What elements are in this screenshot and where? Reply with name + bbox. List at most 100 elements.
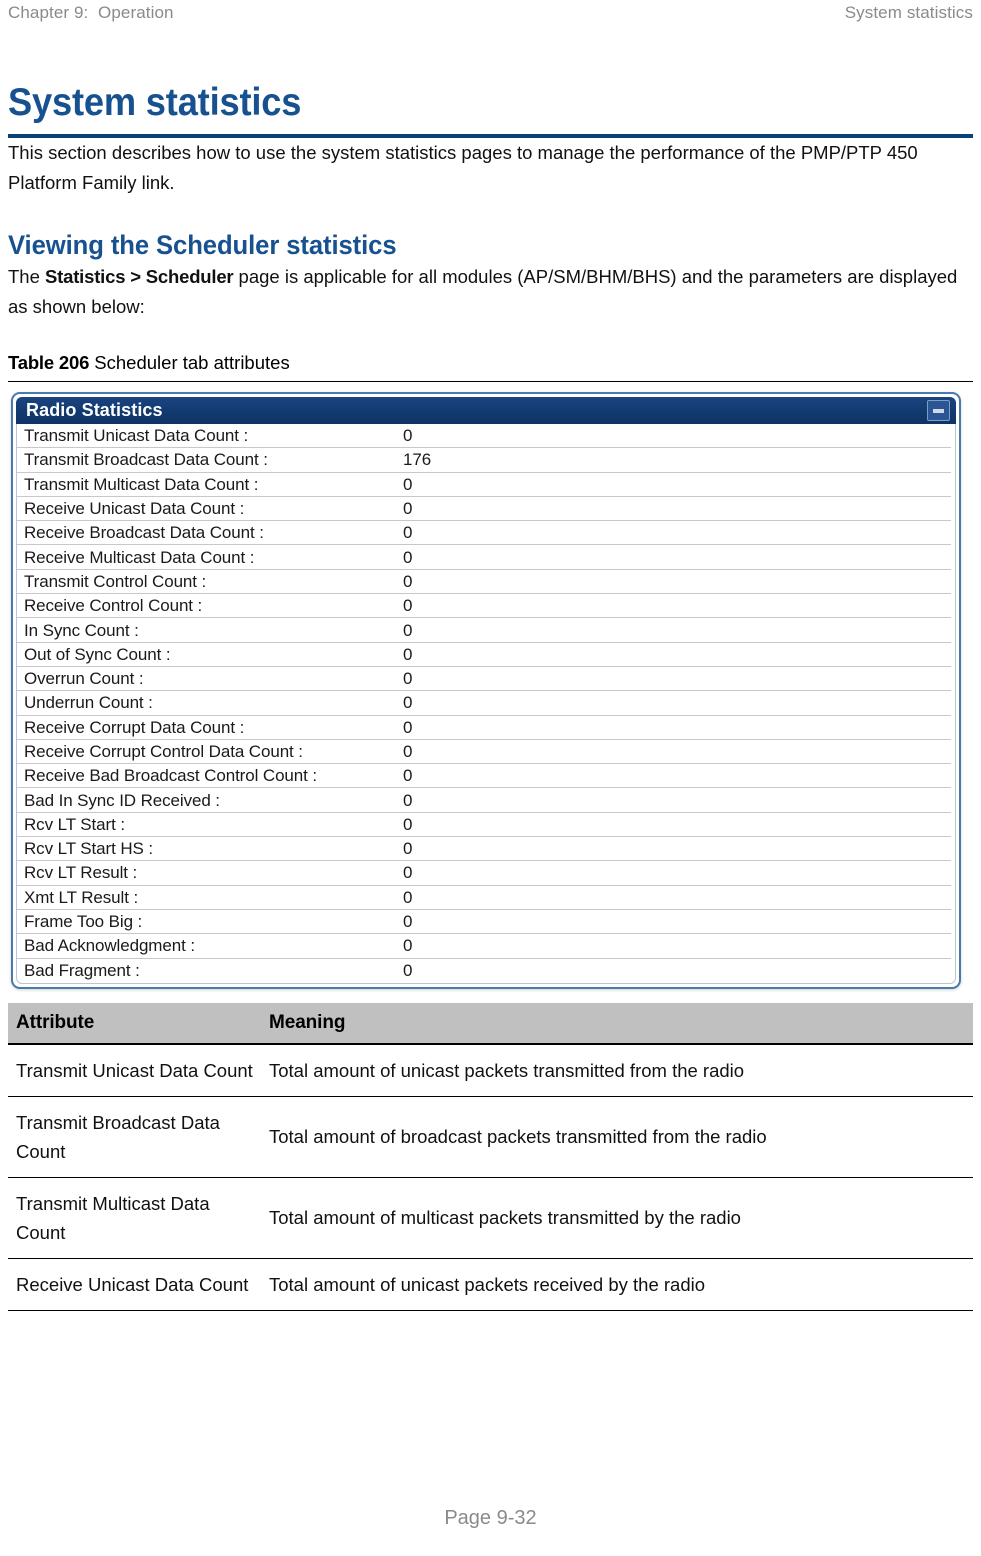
radio-statistics-row: Receive Corrupt Control Data Count : 0 (17, 740, 955, 765)
radio-statistics-row-value: 0 (403, 814, 413, 834)
radio-statistics-row: Rcv LT Result : 0 (17, 861, 955, 886)
radio-statistics-row: Xmt LT Result : 0 (17, 886, 955, 910)
radio-statistics-row: Bad In Sync ID Received : 0 (17, 788, 955, 813)
cell-meaning: Total amount of unicast packets received… (261, 1258, 973, 1311)
table-row: Transmit Multicast Data Count Total amoun… (8, 1177, 973, 1259)
radio-statistics-row-label: Rcv LT Start HS : (24, 839, 153, 859)
radio-statistics-row-value: 0 (403, 717, 413, 737)
radio-statistics-row: Receive Multicast Data Count : 0 (17, 545, 955, 570)
radio-statistics-row-value: 0 (403, 790, 413, 810)
radio-statistics-row-value: 0 (403, 936, 413, 956)
table-row: Transmit Unicast Data Count Total amount … (8, 1043, 973, 1097)
caption-divider (8, 381, 973, 382)
section-heading-viewing-scheduler-statistics: Viewing the Scheduler statistics (8, 230, 397, 260)
radio-statistics-row-label: Transmit Control Count : (24, 571, 207, 591)
table-caption-label: Table 206 (8, 352, 90, 373)
radio-statistics-row-label: Receive Unicast Data Count : (24, 499, 245, 519)
radio-statistics-row-label: Bad Acknowledgment : (24, 936, 195, 956)
radio-statistics-row: Frame Too Big : 0 (17, 910, 955, 935)
radio-statistics-row-value: 0 (403, 693, 413, 713)
radio-statistics-row: Receive Corrupt Data Count : 0 (17, 716, 955, 740)
column-header-attribute: Attribute (8, 1002, 261, 1045)
running-header-section: System statistics (844, 3, 973, 22)
radio-statistics-row: Receive Control Count : 0 (17, 594, 955, 619)
radio-statistics-row-label: Bad Fragment : (24, 960, 140, 980)
radio-statistics-row-value: 0 (403, 912, 413, 932)
radio-statistics-row-label: Rcv LT Result : (24, 863, 138, 883)
radio-statistics-row: Bad Fragment : 0 (17, 959, 955, 983)
radio-statistics-row-value: 0 (403, 887, 413, 907)
radio-statistics-row-value: 0 (403, 644, 413, 664)
cell-meaning: Total amount of broadcast packets transm… (261, 1096, 973, 1178)
radio-statistics-row-value: 0 (403, 596, 413, 616)
radio-statistics-row-label: Frame Too Big : (24, 912, 143, 932)
attributes-table-header-row: Attribute Meaning (8, 1002, 973, 1045)
radio-statistics-row-value: 0 (403, 766, 413, 786)
radio-statistics-row: Transmit Control Count : 0 (17, 570, 955, 595)
radio-statistics-row-value: 0 (403, 426, 413, 446)
radio-statistics-row-label: Transmit Multicast Data Count : (24, 474, 259, 494)
radio-statistics-row-label: Underrun Count : (24, 693, 153, 713)
radio-statistics-row-label: Receive Corrupt Control Data Count : (24, 742, 303, 761)
attributes-table-body: Transmit Unicast Data Count Total amount … (8, 1043, 973, 1311)
radio-statistics-row: Transmit Broadcast Data Count : 176 (17, 448, 955, 473)
radio-statistics-row-value: 0 (403, 742, 413, 761)
running-header-chapter: Chapter 9: Operation (8, 3, 174, 22)
column-header-meaning: Meaning (261, 1002, 973, 1045)
page-title: System statistics (8, 81, 302, 124)
radio-statistics-row: Transmit Multicast Data Count : 0 (17, 473, 955, 497)
radio-statistics-screenshot: Radio Statistics Transmit Unicast Data C… (11, 392, 961, 989)
cell-meaning: Total amount of multicast packets transm… (261, 1177, 973, 1259)
radio-statistics-row-value: 0 (403, 499, 413, 519)
page-footer: Page 9-32 (444, 1507, 537, 1529)
cell-attribute: Transmit Multicast Data Count (8, 1177, 261, 1259)
content-column: System statistics This section describes… (8, 80, 973, 1311)
radio-statistics-row-label: Out of Sync Count : (24, 644, 171, 664)
radio-statistics-row-label: Transmit Unicast Data Count : (24, 426, 249, 446)
radio-statistics-row: Receive Bad Broadcast Control Count : 0 (17, 764, 955, 789)
scheduler-attributes-table: Attribute Meaning Transmit Unicast Data … (8, 1002, 973, 1311)
scheduler-paragraph-lead: The (8, 266, 46, 287)
radio-statistics-row-label: In Sync Count : (24, 620, 139, 640)
radio-statistics-row: Receive Broadcast Data Count : 0 (17, 521, 955, 546)
table-row: Transmit Broadcast Data Count Total amoun… (8, 1096, 973, 1178)
intro-paragraph: This section describes how to use the sy… (8, 142, 918, 193)
radio-statistics-row-value: 0 (403, 839, 413, 859)
radio-statistics-row: Transmit Unicast Data Count : 0 (17, 424, 955, 449)
radio-statistics-row-value: 0 (403, 960, 413, 980)
radio-statistics-row-value: 0 (403, 620, 413, 640)
radio-statistics-row-value: 0 (403, 474, 413, 494)
radio-statistics-row-value: 0 (403, 547, 413, 567)
radio-statistics-title: Radio Statistics (26, 400, 163, 420)
radio-statistics-titlebar: Radio Statistics (16, 397, 956, 424)
cell-meaning: Total amount of unicast packets transmit… (261, 1043, 973, 1097)
radio-statistics-row: In Sync Count : 0 (17, 618, 955, 643)
radio-statistics-row-label: Receive Bad Broadcast Control Count : (24, 766, 318, 786)
radio-statistics-row-label: Xmt LT Result : (24, 887, 139, 907)
radio-statistics-row: Bad Acknowledgment : 0 (17, 934, 955, 959)
radio-statistics-row-label: Receive Broadcast Data Count : (24, 523, 264, 543)
minimize-icon[interactable] (927, 400, 950, 421)
radio-statistics-row-value: 176 (403, 450, 432, 470)
scheduler-path-emphasis: Statistics > Scheduler (45, 266, 234, 287)
cell-attribute: Transmit Unicast Data Count (8, 1043, 261, 1097)
table-caption-text: Scheduler tab attributes (89, 352, 290, 373)
radio-statistics-row: Overrun Count : 0 (17, 667, 955, 692)
table-row: Receive Unicast Data Count Total amount o… (8, 1258, 973, 1311)
radio-statistics-row-value: 0 (403, 571, 413, 591)
table-caption: Table 206 Scheduler tab attributes (8, 350, 973, 376)
running-header: Chapter 9: Operation System statistics (0, 0, 981, 34)
cell-attribute: Receive Unicast Data Count (8, 1258, 261, 1311)
radio-statistics-row: Receive Unicast Data Count : 0 (17, 497, 955, 522)
radio-statistics-row-label: Receive Control Count : (24, 596, 203, 616)
radio-statistics-row-value: 0 (403, 863, 413, 883)
scheduler-paragraph: The Statistics > Scheduler page is appli… (8, 262, 973, 322)
radio-statistics-row-label: Overrun Count : (24, 669, 144, 689)
radio-statistics-row-label: Bad In Sync ID Received : (24, 790, 220, 810)
radio-statistics-rows: Transmit Unicast Data Count :0 Transmit B… (16, 424, 956, 984)
minimize-glyph (933, 408, 944, 413)
radio-statistics-row-label: Rcv LT Start : (24, 814, 125, 834)
radio-statistics-row: Out of Sync Count : 0 (17, 643, 955, 667)
attributes-table-head: Attribute Meaning (8, 1002, 973, 1045)
radio-statistics-row-label: Transmit Broadcast Data Count : (24, 450, 268, 470)
